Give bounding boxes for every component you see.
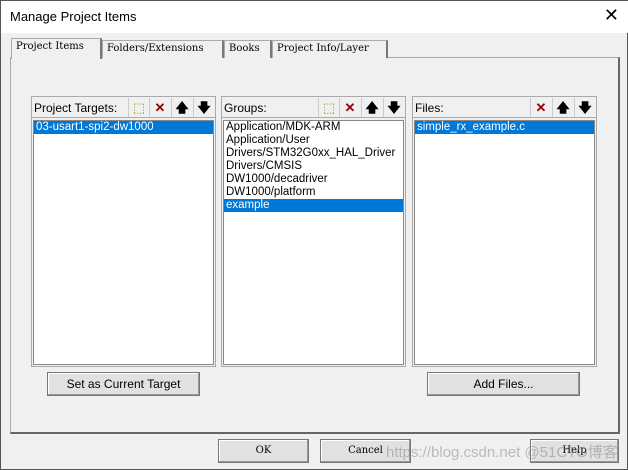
project-targets-panel: Project Targets: ⬚ ✕ 🡅 🡇 03-usart1-spi2-… (31, 96, 216, 367)
tab-project-items[interactable]: Project Items (11, 38, 102, 59)
list-item[interactable]: simple_rx_example.c (415, 121, 594, 134)
list-item[interactable]: DW1000/platform (224, 186, 403, 199)
title-bar: Manage Project Items ✕ (1, 1, 628, 33)
move-down-icon[interactable]: 🡇 (383, 98, 404, 117)
list-item[interactable]: Drivers/STM32G0xx_HAL_Driver (224, 147, 403, 160)
files-panel: Files: ✕ 🡅 🡇 simple_rx_example.c (412, 96, 597, 367)
move-up-icon[interactable]: 🡅 (552, 98, 573, 117)
files-label: Files: (415, 101, 444, 115)
delete-file-icon[interactable]: ✕ (530, 98, 551, 117)
new-target-icon[interactable]: ⬚ (128, 98, 149, 117)
files-list[interactable]: simple_rx_example.c (414, 120, 595, 365)
new-group-icon[interactable]: ⬚ (318, 98, 339, 117)
list-item[interactable]: 03-usart1-spi2-dw1000 (34, 121, 213, 134)
close-icon[interactable]: ✕ (604, 5, 619, 26)
move-up-icon[interactable]: 🡅 (171, 98, 192, 117)
list-item[interactable]: Application/User (224, 134, 403, 147)
move-down-icon[interactable]: 🡇 (193, 98, 214, 117)
tab-folders-extensions[interactable]: Folders/Extensions (102, 40, 224, 58)
groups-list[interactable]: Application/MDK-ARM Application/User Drive… (223, 120, 404, 365)
move-down-icon[interactable]: 🡇 (574, 98, 595, 117)
delete-target-icon[interactable]: ✕ (149, 98, 170, 117)
delete-group-icon[interactable]: ✕ (339, 98, 360, 117)
list-item[interactable]: Drivers/CMSIS (224, 160, 403, 173)
move-up-icon[interactable]: 🡅 (361, 98, 382, 117)
groups-label: Groups: (224, 101, 267, 115)
project-targets-label: Project Targets: (34, 101, 118, 115)
tab-project-info-layer[interactable]: Project Info/Layer (272, 40, 388, 58)
ok-button[interactable]: OK (218, 439, 309, 463)
list-item[interactable]: example (224, 199, 403, 212)
groups-panel: Groups: ⬚ ✕ 🡅 🡇 Application/MDK-ARM Appli… (221, 96, 406, 367)
add-files-button[interactable]: Add Files... (427, 372, 580, 396)
watermark: https://blog.csdn.net @51CTO博客 (386, 444, 618, 461)
targets-list[interactable]: 03-usart1-spi2-dw1000 (33, 120, 214, 365)
window-title: Manage Project Items (10, 9, 137, 24)
list-item[interactable]: DW1000/decadriver (224, 173, 403, 186)
set-current-target-button[interactable]: Set as Current Target (47, 372, 200, 396)
list-item[interactable]: Application/MDK-ARM (224, 121, 403, 134)
tab-books[interactable]: Books (224, 40, 272, 58)
